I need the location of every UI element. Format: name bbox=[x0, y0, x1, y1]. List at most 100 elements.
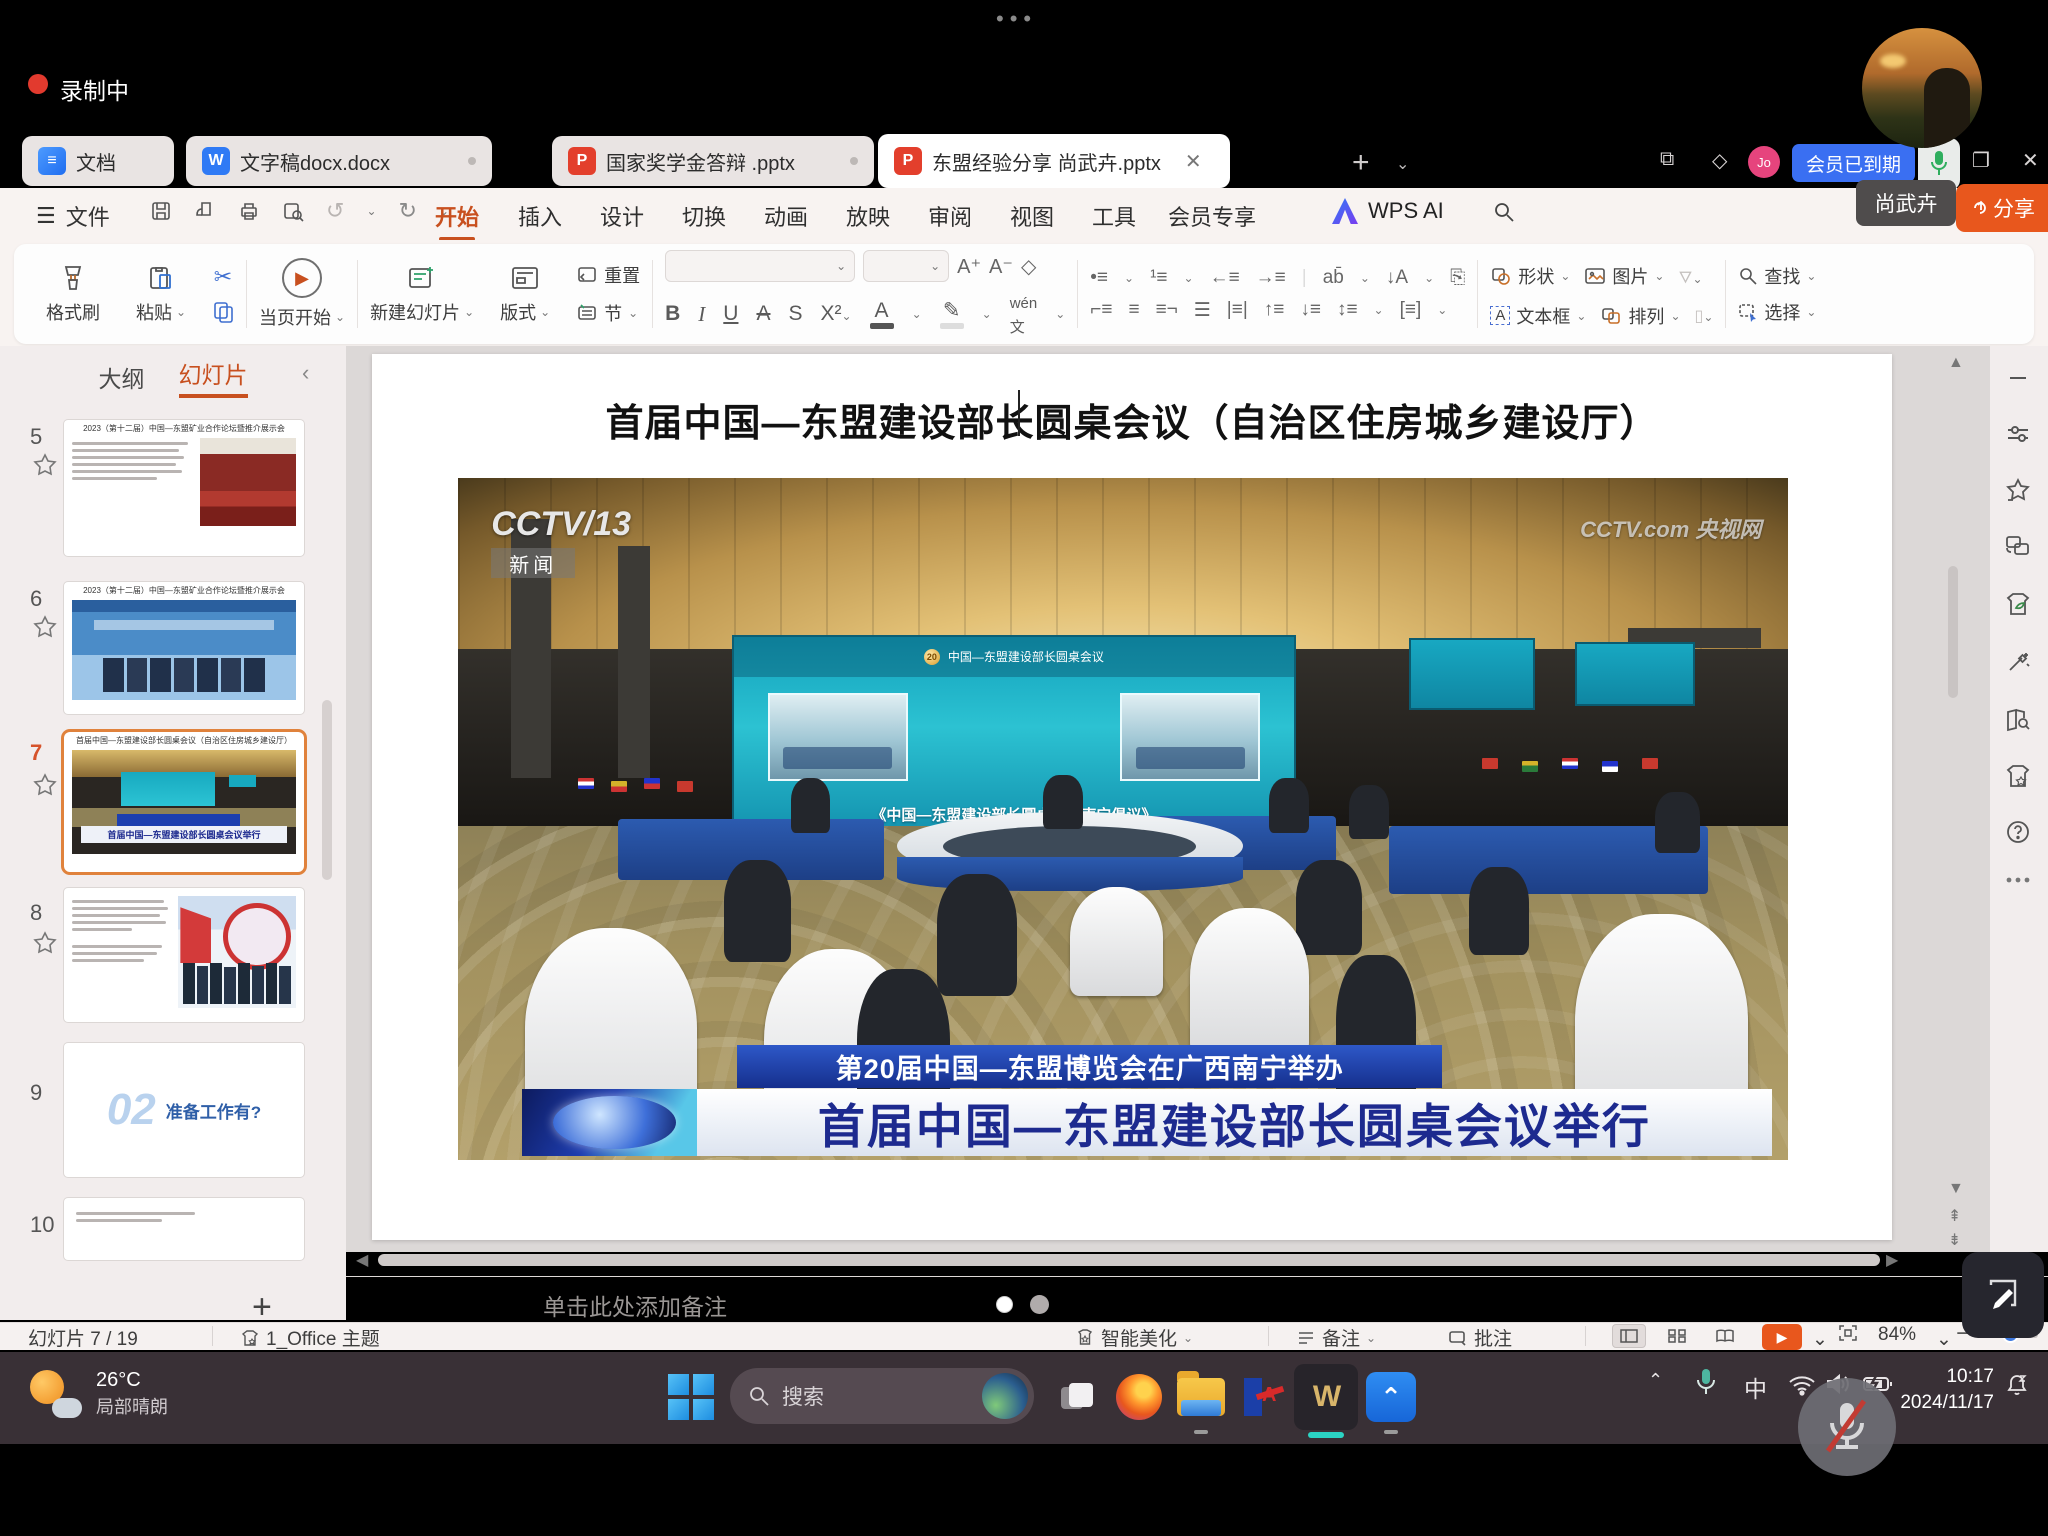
slide-thumbnail-9[interactable]: 02 准备工作有? bbox=[64, 1043, 304, 1177]
more-tools-icon[interactable] bbox=[2004, 874, 2032, 886]
notification-bell-icon[interactable] bbox=[2004, 1372, 2030, 1398]
menu-tab-slideshow[interactable]: 放映 bbox=[846, 200, 890, 232]
close-tab-icon[interactable]: ✕ bbox=[1185, 149, 1202, 174]
clear-format-icon[interactable]: ◇ bbox=[1021, 254, 1036, 279]
slide-photo[interactable]: CCTV/13 新闻 CCTV.com 央视网 20中国—东盟建设部长圆桌会议 … bbox=[458, 478, 1788, 1160]
mic-muted-overlay[interactable] bbox=[1798, 1378, 1896, 1476]
smart-beautify-button[interactable]: 智能美化⌄ bbox=[1075, 1324, 1193, 1351]
share-button[interactable]: 分享 bbox=[1956, 184, 2048, 232]
justify-icon[interactable]: ☰ bbox=[1194, 299, 1211, 322]
slide-thumbnail-5[interactable]: 2023（第十二届）中国—东盟矿业合作论坛暨推介展示会 bbox=[64, 420, 304, 556]
taskbar-search[interactable]: 搜索 bbox=[730, 1368, 1034, 1424]
star-icon[interactable] bbox=[32, 930, 58, 956]
notes-placeholder[interactable]: 单击此处添加备注 bbox=[543, 1288, 727, 1322]
file-menu[interactable]: ☰ 文件 bbox=[36, 200, 110, 232]
print-preview-icon[interactable] bbox=[282, 200, 304, 222]
new-slide-button[interactable]: 新建幻灯片⌄ bbox=[370, 263, 474, 325]
slide-sorter-view-button[interactable] bbox=[1660, 1324, 1694, 1348]
task-view-button[interactable] bbox=[1052, 1372, 1102, 1422]
weather-widget[interactable]: 26°C 局部晴朗 bbox=[28, 1366, 168, 1420]
superscript-button[interactable]: X²⌄ bbox=[821, 302, 852, 326]
reset-button[interactable]: 重置 bbox=[576, 262, 640, 288]
cut-icon[interactable]: ✂ bbox=[214, 264, 232, 290]
horizontal-scrollbar[interactable] bbox=[378, 1254, 1880, 1266]
next-slide-icon[interactable]: ⇟ bbox=[1948, 1230, 1961, 1250]
notes-handle-dot[interactable] bbox=[996, 1296, 1013, 1313]
slide-thumbnail-6[interactable]: 2023（第十二届）中国—东盟矿业合作论坛暨推介展示会 bbox=[64, 582, 304, 714]
tab-pptx-1[interactable]: P 国家奖学金答辩 .pptx bbox=[552, 136, 874, 186]
menu-tab-insert[interactable]: 插入 bbox=[518, 200, 562, 232]
slide-thumbnail-7-selected[interactable]: 首届中国—东盟建设部长圆桌会议（自治区住房城乡建设厅） 首届中国—东盟建设部长圆… bbox=[64, 732, 304, 872]
align-right-icon[interactable]: ≡¬ bbox=[1156, 299, 1178, 321]
align-center-icon[interactable]: ≡ bbox=[1128, 299, 1139, 321]
fit-slide-button[interactable] bbox=[1838, 1324, 1858, 1342]
text-shadow-button[interactable]: S bbox=[788, 302, 802, 326]
screen-annotate-button[interactable] bbox=[1962, 1252, 2044, 1338]
properties-sliders-icon[interactable] bbox=[2004, 420, 2032, 448]
print-icon[interactable] bbox=[238, 200, 260, 222]
file-explorer-icon[interactable] bbox=[1176, 1372, 1226, 1422]
smartart-convert-icon[interactable]: ⎘ bbox=[1450, 267, 1465, 289]
italic-button[interactable]: I bbox=[698, 302, 705, 327]
comments-button[interactable]: 批注 bbox=[1448, 1324, 1512, 1351]
notes-handle-dot[interactable] bbox=[1030, 1295, 1049, 1314]
menu-tab-transition[interactable]: 切换 bbox=[682, 200, 726, 232]
pinyin-guide-button[interactable]: wén文 bbox=[1010, 290, 1038, 338]
play-from-current-button[interactable]: ▶ 当页开始⌄ bbox=[259, 258, 345, 330]
font-size-select[interactable]: ⌄ bbox=[863, 250, 949, 282]
vertical-text-icon[interactable]: ↓A bbox=[1386, 267, 1408, 289]
decrease-font-icon[interactable]: A⁻ bbox=[989, 254, 1013, 279]
menu-tab-animation[interactable]: 动画 bbox=[764, 200, 808, 232]
new-tab-chevron-icon[interactable]: ⌄ bbox=[1396, 154, 1409, 174]
scroll-up-icon[interactable]: ▲ bbox=[1948, 354, 1964, 372]
collapse-strip-icon[interactable] bbox=[2004, 366, 2032, 390]
vertical-scrollbar-thumb[interactable] bbox=[1948, 566, 1958, 698]
collapse-panel-icon[interactable]: ‹ bbox=[302, 360, 309, 386]
undo-chevron-icon[interactable]: ⌄ bbox=[366, 204, 376, 218]
increase-indent-icon[interactable]: →≡ bbox=[1256, 267, 1286, 289]
increase-font-icon[interactable]: A⁺ bbox=[957, 254, 981, 279]
wps-ai-button[interactable]: WPS AI bbox=[1332, 198, 1444, 224]
arrange-button[interactable]: 排列⌄ bbox=[1600, 303, 1680, 329]
clock-widget[interactable]: 10:17 2024/11/17 bbox=[1886, 1364, 1994, 1415]
text-align-box-icon[interactable]: [≡] bbox=[1400, 299, 1422, 321]
numbered-list-icon[interactable]: ¹≡ bbox=[1150, 267, 1167, 289]
star-icon[interactable] bbox=[32, 614, 58, 640]
export-icon[interactable] bbox=[194, 200, 216, 222]
format-painter-button[interactable]: 格式刷 bbox=[36, 263, 110, 325]
scroll-right-icon[interactable]: ▶ bbox=[1886, 1250, 1898, 1270]
workspace-cube-icon[interactable]: ◇ bbox=[1712, 148, 1727, 173]
multi-window-icon[interactable]: ⧉ bbox=[1660, 148, 1674, 171]
stock-app-icon[interactable]: A bbox=[1238, 1372, 1288, 1422]
scroll-left-icon[interactable]: ◀ bbox=[356, 1250, 368, 1270]
restore-window-icon[interactable]: ❐ bbox=[1972, 148, 1990, 173]
resource-search-icon[interactable] bbox=[2004, 706, 2032, 734]
ime-indicator[interactable]: 中 bbox=[1744, 1370, 1767, 1404]
menu-tab-member[interactable]: 会员专享 bbox=[1168, 200, 1256, 232]
shapes-button[interactable]: 形状⌄ bbox=[1490, 263, 1570, 289]
start-button[interactable] bbox=[668, 1374, 714, 1420]
bold-button[interactable]: B bbox=[665, 302, 680, 326]
close-window-icon[interactable]: ✕ bbox=[2022, 148, 2039, 173]
menu-tab-home[interactable]: 开始 bbox=[435, 200, 479, 232]
overlay-menu-dots[interactable]: ••• bbox=[996, 6, 1037, 32]
account-avatar[interactable]: Jo bbox=[1748, 146, 1780, 178]
line-spacing-up-icon[interactable]: ↑≡ bbox=[1264, 299, 1285, 321]
highlight-color-button[interactable]: ✎ bbox=[940, 300, 964, 329]
theme-indicator[interactable]: 1_Office 主题 bbox=[240, 1324, 380, 1351]
picture-button[interactable]: 图片⌄ bbox=[1584, 263, 1664, 289]
font-color-button[interactable]: A bbox=[870, 300, 894, 329]
underline-button[interactable]: U bbox=[723, 302, 738, 326]
play-options-chevron-icon[interactable]: ⌄ bbox=[1812, 1328, 1828, 1351]
layout-button[interactable]: 版式⌄ bbox=[488, 263, 562, 325]
wps-office-icon[interactable]: W bbox=[1294, 1364, 1358, 1430]
new-tab-button[interactable]: + bbox=[1352, 146, 1370, 180]
distribute-icon[interactable]: |≡| bbox=[1227, 299, 1248, 321]
undo-icon[interactable]: ↺ bbox=[326, 198, 344, 224]
menu-tab-review[interactable]: 审阅 bbox=[928, 200, 972, 232]
theme-leaf-icon[interactable] bbox=[2004, 590, 2032, 618]
section-button[interactable]: 节⌄ bbox=[576, 300, 640, 326]
magic-wand-icon[interactable] bbox=[2004, 648, 2032, 676]
transition-shapes-icon[interactable] bbox=[2004, 532, 2032, 560]
menu-tab-design[interactable]: 设计 bbox=[600, 200, 644, 232]
